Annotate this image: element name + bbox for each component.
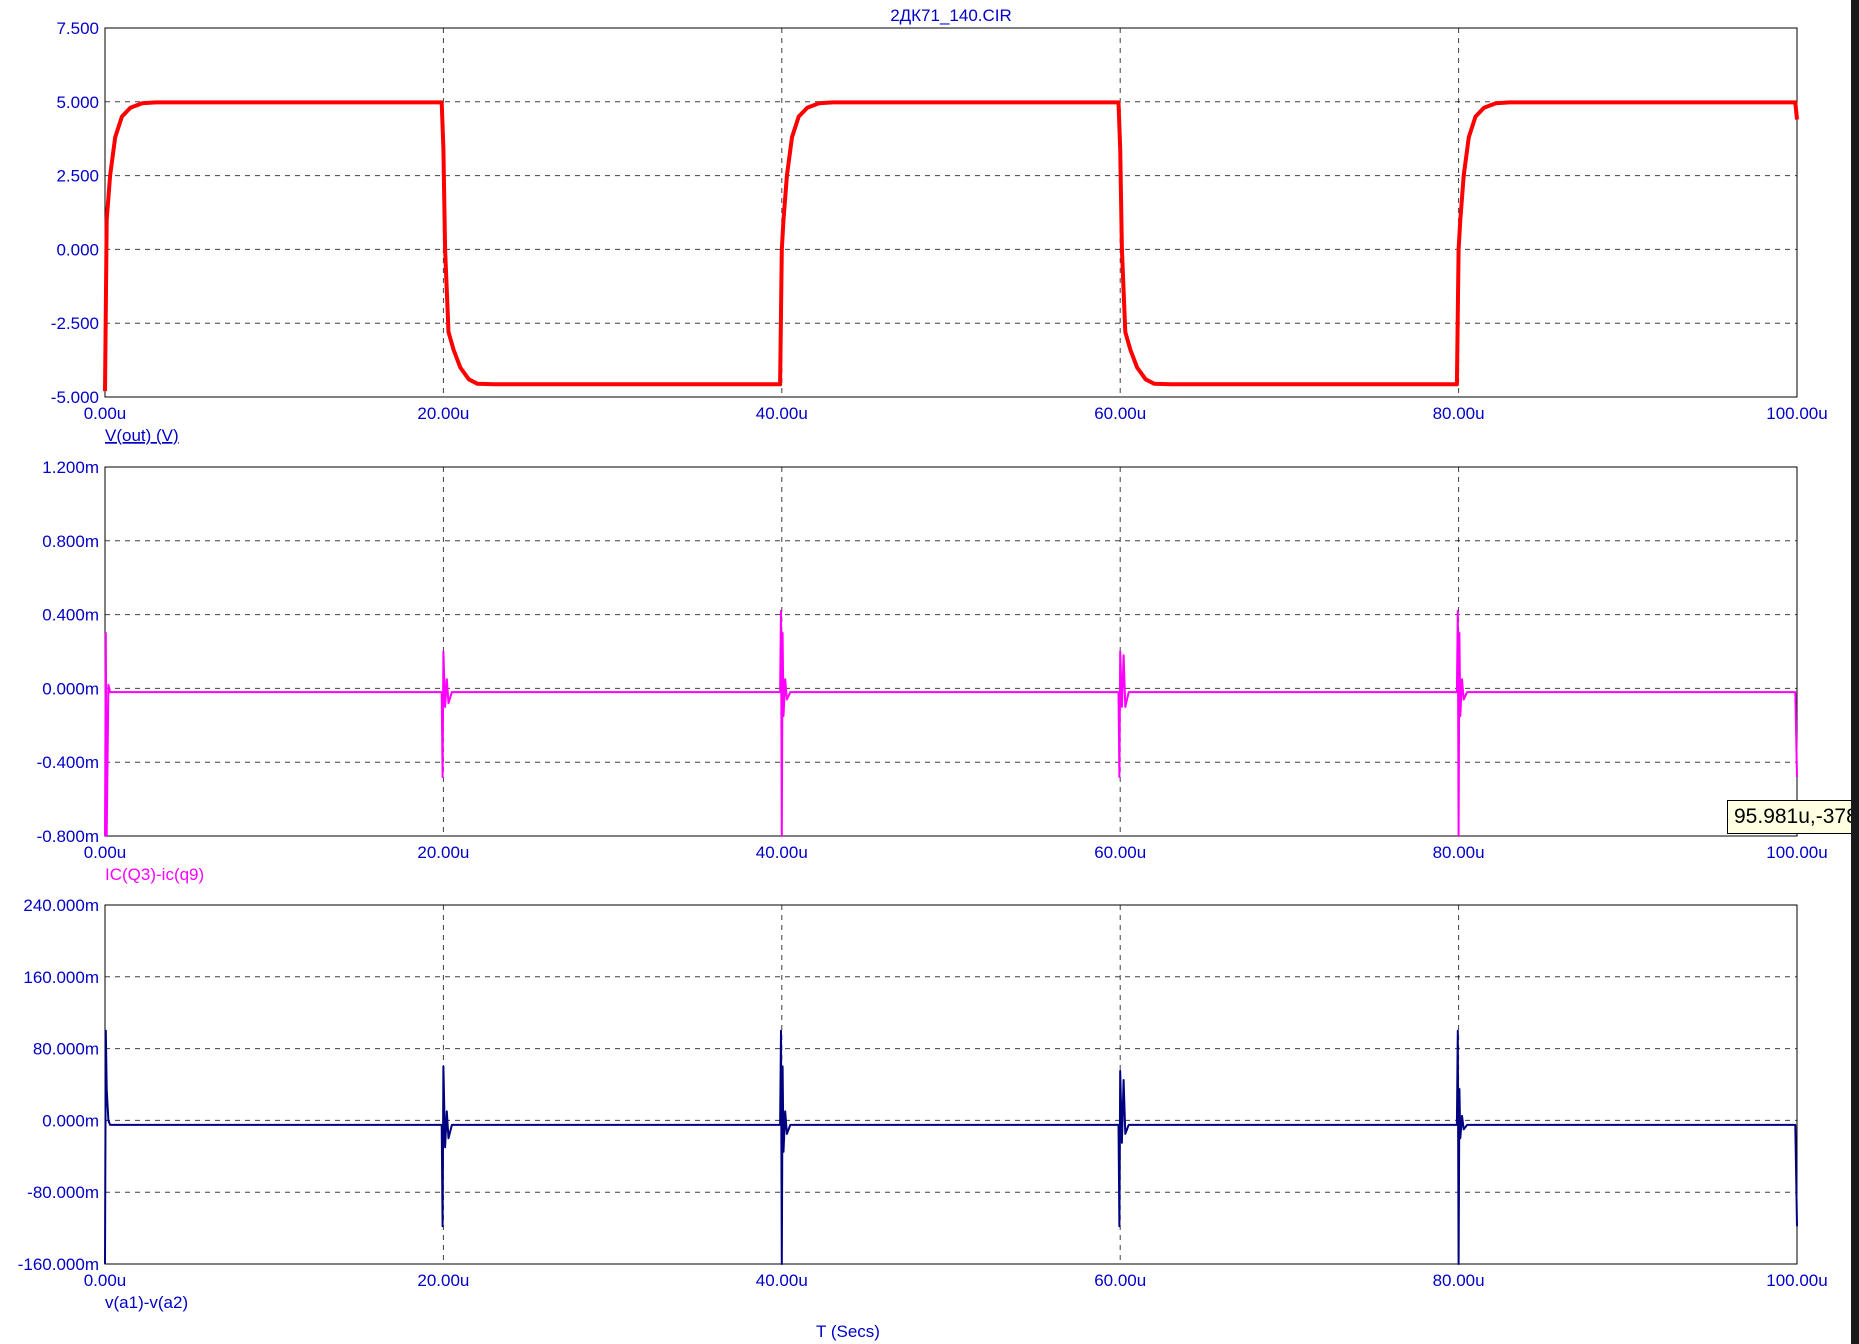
series-line [104, 1029, 1798, 1265]
panel-frame [104, 904, 1798, 1265]
y-tick-label: -0.800m [37, 827, 99, 846]
x-tick-label: 80.00u [1433, 1271, 1485, 1290]
x-tick-label: 100.00u [1766, 843, 1827, 862]
y-tick-label: 240.000m [23, 896, 99, 915]
y-tick-label: 7.500 [56, 19, 99, 38]
y-tick-label: 80.000m [33, 1040, 99, 1059]
x-tick-label: 80.00u [1433, 843, 1485, 862]
x-tick-label: 20.00u [417, 1271, 469, 1290]
y-tick-label: 0.400m [42, 606, 99, 625]
y-tick-label: 160.000m [23, 968, 99, 987]
chart-window-title: 2ДК71_140.CIR [890, 6, 1012, 25]
x-tick-label: 60.00u [1094, 843, 1146, 862]
y-tick-label: 0.000m [42, 1111, 99, 1130]
y-tick-label: -0.400m [37, 753, 99, 772]
x-tick-label: 100.00u [1766, 404, 1827, 423]
series-label: IC(Q3)-ic(q9) [105, 865, 204, 884]
y-tick-label: 0.000m [42, 679, 99, 698]
x-tick-label: 80.00u [1433, 404, 1485, 423]
x-tick-label: 40.00u [756, 1271, 808, 1290]
x-tick-label: 100.00u [1766, 1271, 1827, 1290]
waveform-plot-area: 2ДК71_140.CIR0.00u 20.00u 40.00u 60.00u 80.0… [18, 6, 1828, 1341]
window-edge [1851, 0, 1859, 1344]
x-tick-label: 20.00u [417, 843, 469, 862]
y-tick-label: 5.000 [56, 93, 99, 112]
x-tick-label: 40.00u [756, 843, 808, 862]
y-tick-label: 0.000 [56, 240, 99, 259]
y-tick-label: 0.800m [42, 532, 99, 551]
series-label: V(out) (V) [105, 426, 179, 445]
y-tick-label: -160.000m [18, 1255, 99, 1274]
y-tick-label: 1.200m [42, 458, 99, 477]
y-tick-label: 2.500 [56, 167, 99, 186]
x-tick-label: 60.00u [1094, 404, 1146, 423]
panel-frame [104, 27, 1798, 398]
panel-frame [104, 466, 1798, 837]
x-tick-label: 40.00u [756, 404, 808, 423]
y-tick-label: -5.000 [51, 388, 99, 407]
y-tick-label: -2.500 [51, 314, 99, 333]
x-tick-label: 60.00u [1094, 1271, 1146, 1290]
series-label: v(a1)-v(a2) [105, 1293, 188, 1312]
y-tick-label: -80.000m [27, 1183, 99, 1202]
x-axis-title: T (Secs) [816, 1322, 880, 1341]
cursor-tooltip: 95.981u,-378 [1727, 800, 1859, 834]
x-tick-label: 20.00u [417, 404, 469, 423]
series-line [104, 609, 1798, 837]
series-line [103, 100, 1799, 392]
